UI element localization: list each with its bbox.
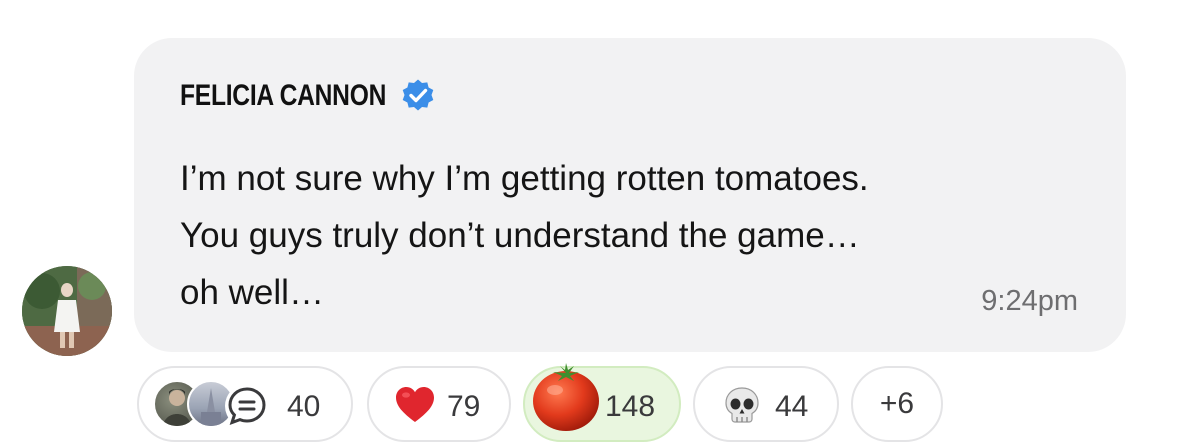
- sender-avatar[interactable]: [22, 266, 112, 356]
- message-bubble[interactable]: FELICIA CANNON I’m not sure why I’m gett…: [134, 38, 1126, 352]
- message-line: oh well…: [180, 273, 324, 312]
- heart-count: 79: [447, 390, 481, 423]
- tomato-reaction-chip[interactable]: 148: [523, 363, 681, 442]
- message-text: I’m not sure why I’m getting rotten toma…: [180, 150, 1100, 321]
- tomato-icon: [529, 360, 603, 439]
- heart-icon: [395, 386, 435, 429]
- skull-reaction-chip[interactable]: 44: [693, 366, 839, 442]
- message-line: You guys truly don’t understand the game…: [180, 216, 860, 255]
- reply-bubble-icon: [225, 384, 269, 428]
- sender-name[interactable]: FELICIA CANNON: [180, 79, 386, 113]
- message-timestamp: 9:24pm: [981, 285, 1078, 317]
- skull-icon: [723, 386, 761, 429]
- verified-badge-icon: [400, 78, 436, 114]
- replies-chip[interactable]: 40: [137, 366, 353, 442]
- replies-count: 40: [287, 390, 321, 423]
- sender-row: FELICIA CANNON: [180, 76, 436, 116]
- more-reactions-chip[interactable]: +6: [851, 366, 943, 442]
- more-reactions-label: +6: [879, 387, 915, 420]
- message-line: I’m not sure why I’m getting rotten toma…: [180, 159, 869, 198]
- skull-count: 44: [775, 390, 809, 423]
- tomato-count: 148: [605, 390, 656, 423]
- heart-reaction-chip[interactable]: 79: [367, 366, 511, 442]
